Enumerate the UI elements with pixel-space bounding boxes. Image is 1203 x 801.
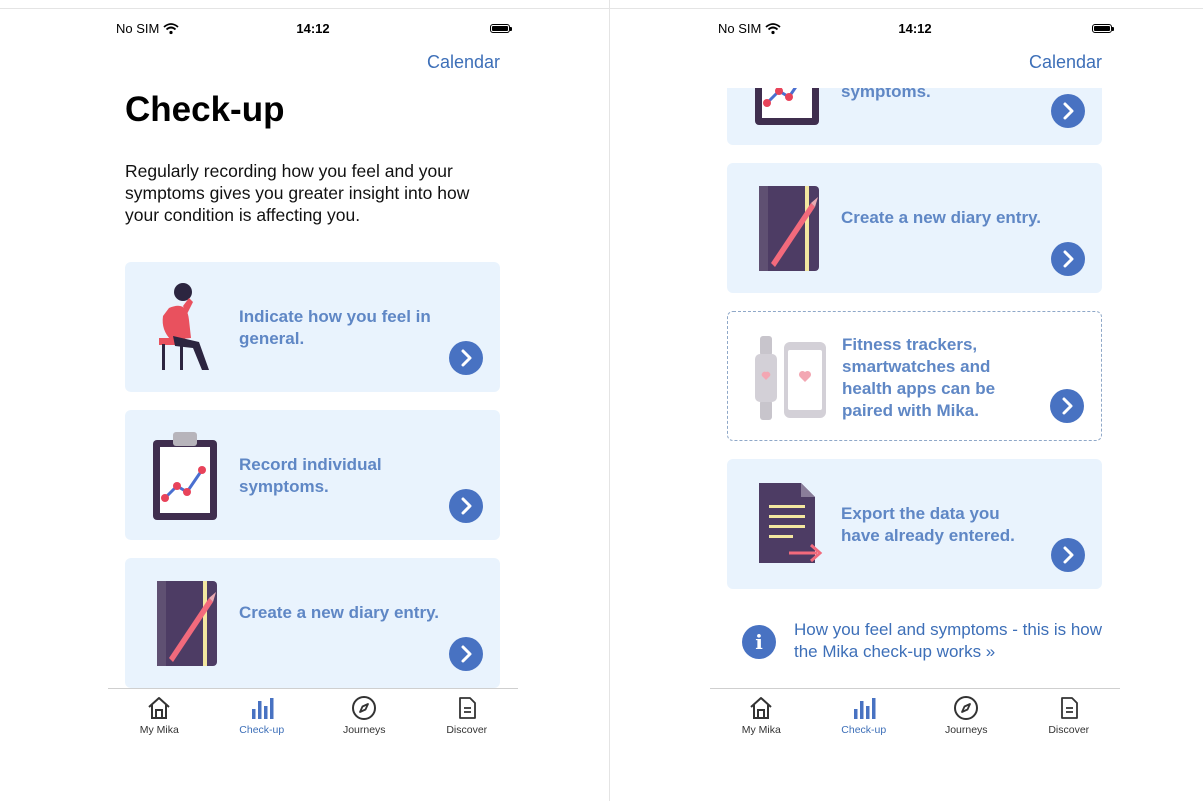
- card-fitness-chevron-button[interactable]: [1050, 389, 1084, 423]
- card-export-label: Export the data you have already entered…: [841, 504, 1015, 545]
- tab-label: Discover: [1048, 724, 1090, 736]
- info-row[interactable]: i How you feel and symptoms - this is ho…: [742, 619, 1102, 663]
- tab-discover[interactable]: Discover: [1018, 689, 1121, 745]
- tab-label: Journeys: [944, 724, 988, 736]
- card-diary-chevron-button[interactable]: [1051, 242, 1085, 276]
- card-symptoms-label: Record individual symptoms.: [239, 455, 382, 496]
- tab-journeys[interactable]: Journeys: [313, 689, 416, 745]
- card-feel-label: Indicate how you feel in general.: [239, 307, 431, 348]
- tab-label: Check-up: [239, 724, 285, 736]
- card-fitness-trackers[interactable]: Fitness trackers, smartwatches and healt…: [727, 311, 1102, 441]
- card-diary-label: Create a new diary entry.: [841, 208, 1041, 227]
- card-fitness-label: Fitness trackers, smartwatches and healt…: [842, 335, 996, 420]
- chevron-right-icon: [449, 341, 483, 375]
- bar-chart-icon: [851, 695, 877, 721]
- intro-text: Regularly recording how you feel and you…: [125, 161, 470, 225]
- chevron-right-icon: [1051, 242, 1085, 276]
- page-title: Check-up: [125, 90, 285, 129]
- card-export[interactable]: Export the data you have already entered…: [727, 459, 1102, 589]
- chevron-right-icon: [449, 489, 483, 523]
- tab-bar: My Mika Check-up Journeys Discover: [710, 688, 1120, 745]
- tab-label: My Mika: [741, 724, 781, 736]
- tab-bar: My Mika Check-up Journeys Discover: [108, 688, 518, 745]
- card-diary-chevron-button[interactable]: [449, 637, 483, 671]
- content-scroll[interactable]: Check-up Regularly recording how you fee…: [108, 88, 518, 689]
- card-diary[interactable]: Create a new diary entry.: [125, 558, 500, 688]
- nav-bar: Calendar: [108, 48, 518, 88]
- tab-label: My Mika: [139, 724, 179, 736]
- calendar-button[interactable]: Calendar: [427, 52, 500, 73]
- tab-check-up[interactable]: Check-up: [813, 689, 916, 745]
- tab-check-up[interactable]: Check-up: [211, 689, 314, 745]
- calendar-button[interactable]: Calendar: [1029, 52, 1102, 73]
- card-diary-label: Create a new diary entry.: [239, 603, 439, 622]
- clipboard-chart-illustration: [749, 88, 829, 128]
- chevron-right-icon: [1051, 94, 1085, 128]
- compass-icon: [953, 695, 979, 721]
- info-icon: i: [742, 625, 776, 659]
- card-symptoms-label: Record individual symptoms.: [841, 88, 931, 101]
- sitting-person-illustration: [147, 280, 227, 375]
- export-document-illustration: [749, 477, 829, 572]
- card-export-chevron-button[interactable]: [1051, 538, 1085, 572]
- tab-journeys[interactable]: Journeys: [915, 689, 1018, 745]
- status-bar: No SIM 14:12: [108, 10, 518, 48]
- chevron-right-icon: [449, 637, 483, 671]
- home-icon: [146, 695, 172, 721]
- card-feel[interactable]: Indicate how you feel in general.: [125, 262, 500, 392]
- diary-illustration: [147, 576, 227, 671]
- tab-label: Discover: [446, 724, 488, 736]
- document-icon: [454, 695, 480, 721]
- status-bar: No SIM 14:12: [710, 10, 1120, 48]
- phone-screen: No SIM 14:12 Calendar Check-up Regularly…: [108, 10, 518, 745]
- card-symptoms[interactable]: Record individual symptoms.: [125, 410, 500, 540]
- tab-label: Journeys: [342, 724, 386, 736]
- chevron-right-icon: [1050, 389, 1084, 423]
- battery-icon: [1092, 24, 1114, 33]
- card-diary[interactable]: Create a new diary entry.: [727, 163, 1102, 293]
- card-symptoms-chevron-button[interactable]: [449, 489, 483, 523]
- card-symptoms[interactable]: Record individual symptoms.: [727, 88, 1102, 145]
- content-scroll[interactable]: Record individual symptoms. Create a new…: [710, 88, 1120, 689]
- document-icon: [1056, 695, 1082, 721]
- nav-bar: Calendar: [710, 48, 1120, 88]
- clipboard-chart-illustration: [147, 428, 227, 523]
- status-time: 14:12: [898, 21, 932, 36]
- chevron-right-icon: [1051, 538, 1085, 572]
- card-feel-chevron-button[interactable]: [449, 341, 483, 375]
- screen-checkup-scrolled: No SIM 14:12 Calendar Record individual …: [610, 0, 1203, 801]
- tab-my-mika[interactable]: My Mika: [710, 689, 813, 745]
- tab-my-mika[interactable]: My Mika: [108, 689, 211, 745]
- battery-icon: [490, 24, 512, 33]
- info-link[interactable]: How you feel and symptoms - this is how …: [794, 619, 1102, 663]
- phone-screen: No SIM 14:12 Calendar Record individual …: [710, 10, 1120, 745]
- compass-icon: [351, 695, 377, 721]
- status-time: 14:12: [296, 21, 330, 36]
- bar-chart-icon: [249, 695, 275, 721]
- tab-discover[interactable]: Discover: [416, 689, 519, 745]
- tab-label: Check-up: [841, 724, 887, 736]
- watch-phone-illustration: [750, 330, 830, 425]
- diary-illustration: [749, 181, 829, 276]
- card-symptoms-chevron-button[interactable]: [1051, 94, 1085, 128]
- home-icon: [748, 695, 774, 721]
- screen-checkup-top: No SIM 14:12 Calendar Check-up Regularly…: [0, 0, 610, 801]
